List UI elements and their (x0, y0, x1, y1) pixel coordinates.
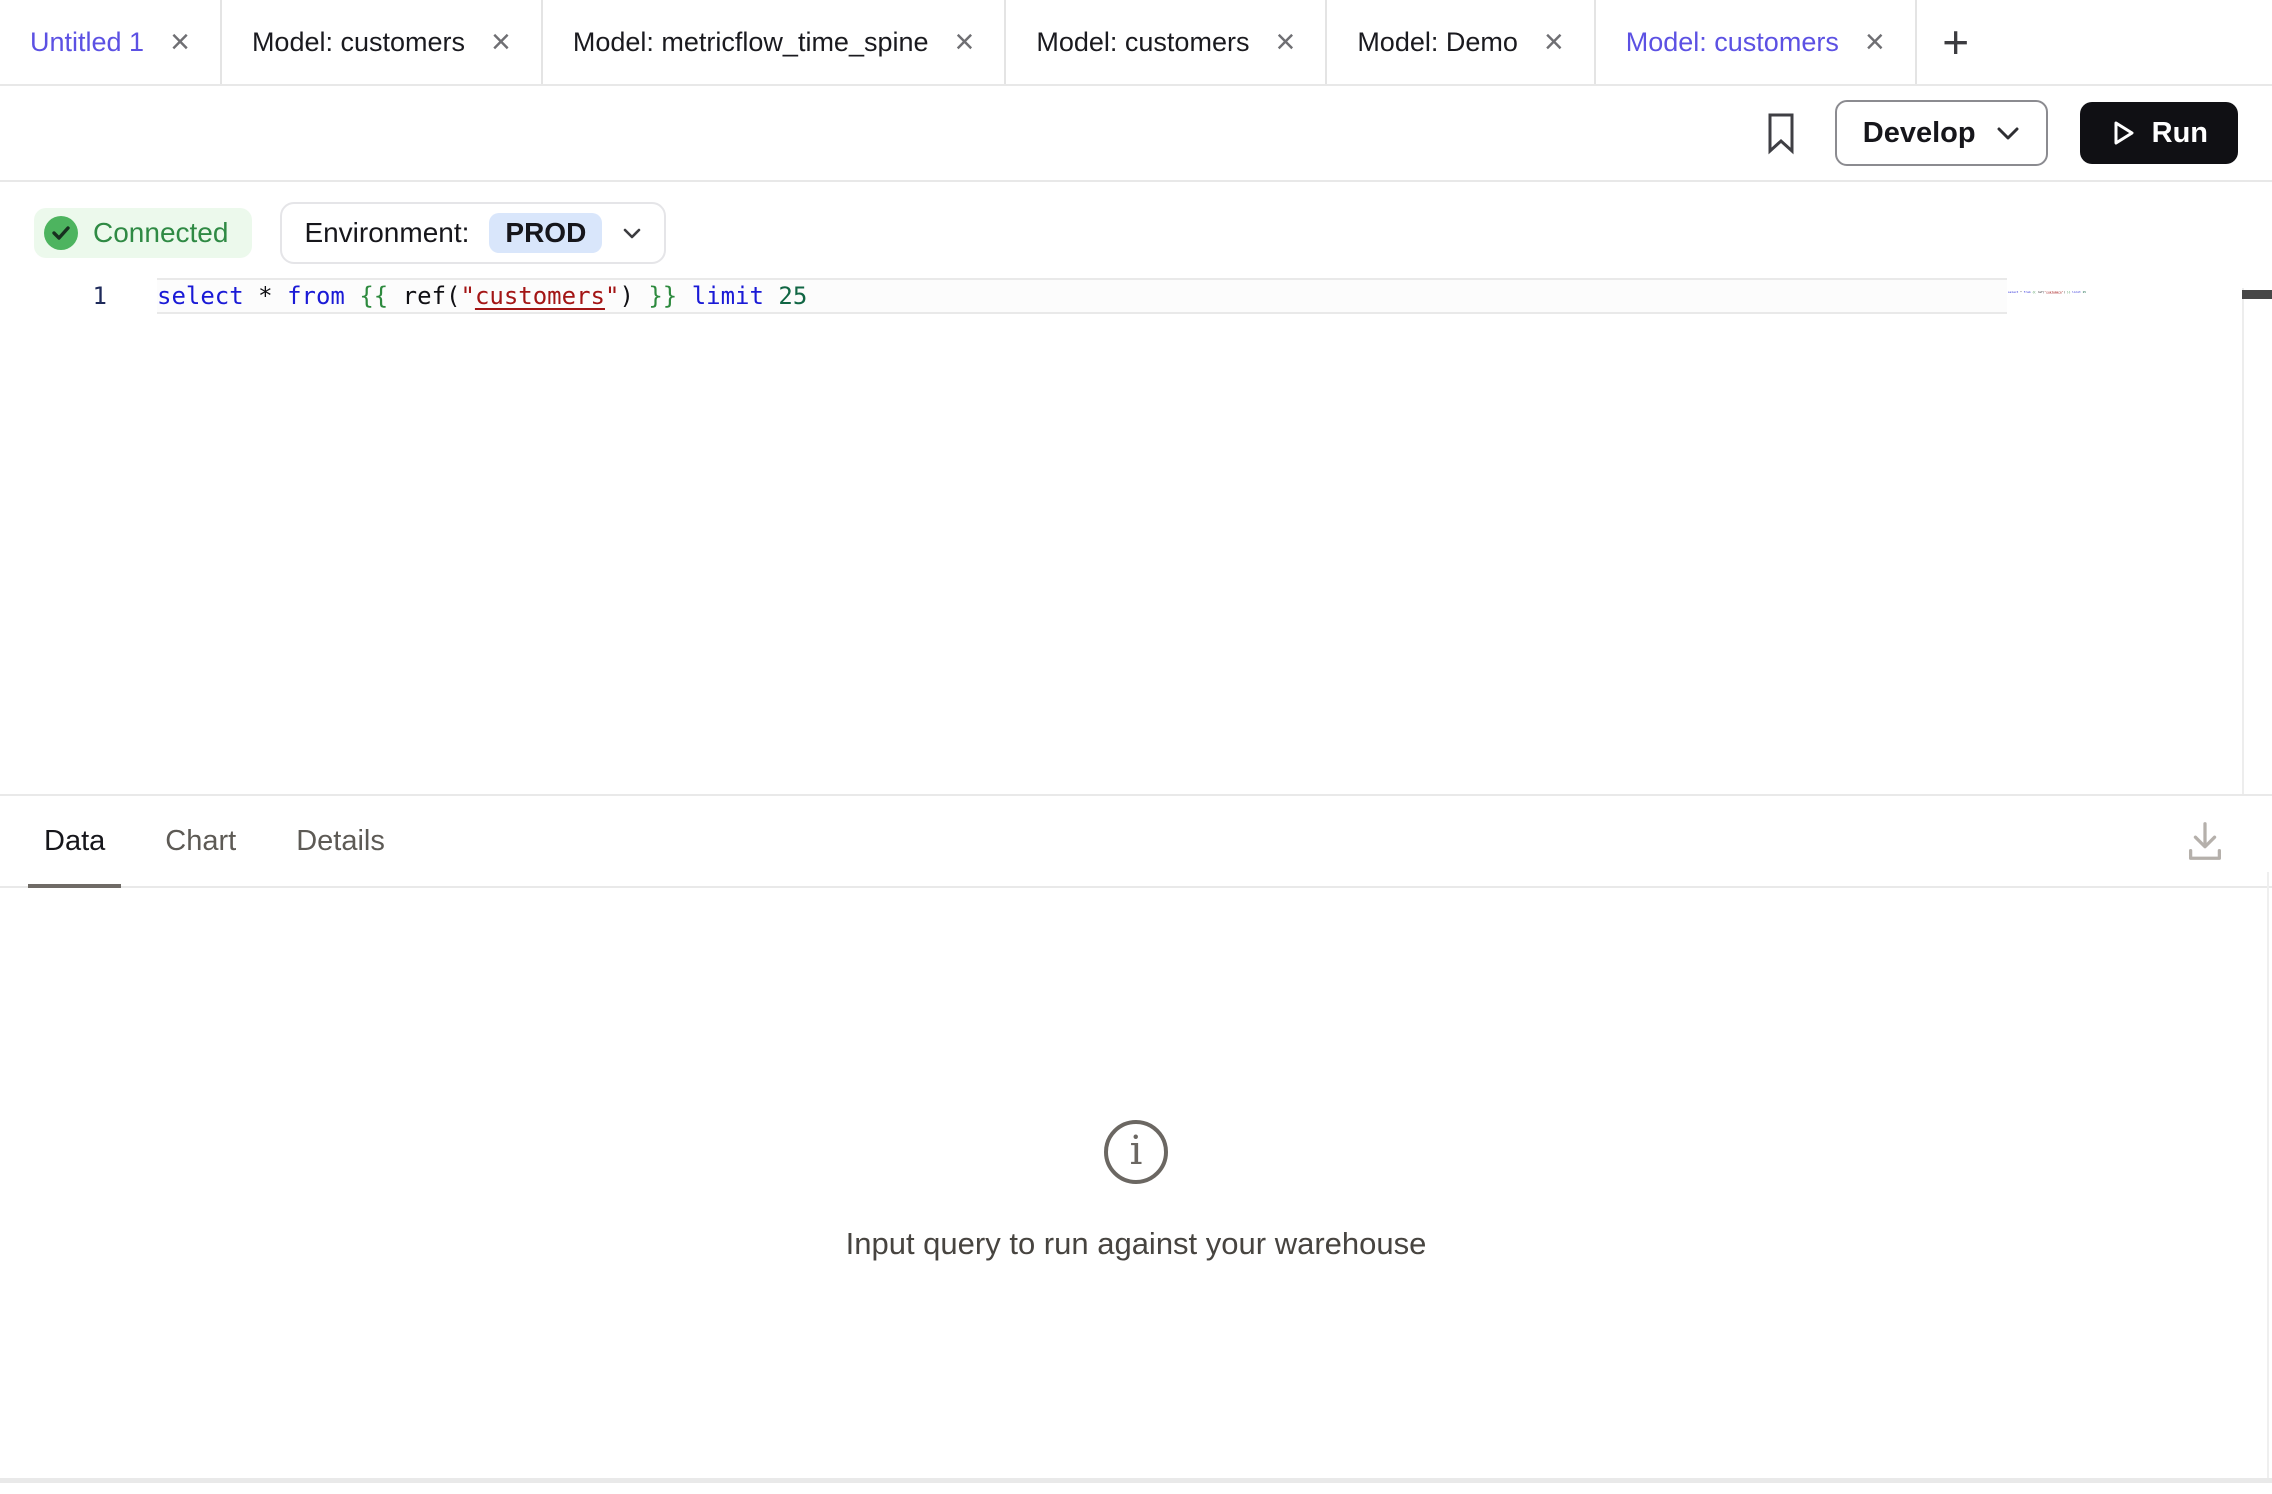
close-icon[interactable]: × (955, 25, 975, 59)
results-empty-state: i Input query to run against your wareho… (0, 888, 2272, 1494)
check-circle-icon (44, 216, 78, 250)
code-token: ( (446, 282, 460, 310)
environment-dropdown[interactable]: Environment: PROD (280, 202, 666, 264)
minimap-token: customers (2046, 290, 2062, 293)
download-icon (2182, 818, 2228, 864)
run-button-label: Run (2152, 117, 2208, 150)
chevron-down-icon (622, 227, 642, 240)
results-panel: Data Chart Details i Input query to run ag… (0, 794, 2272, 1494)
empty-state-message: Input query to run against your warehous… (846, 1226, 1427, 1262)
plus-icon: + (1942, 15, 1969, 69)
minimap-token: from (2024, 290, 2031, 293)
bottom-divider-bar (0, 1478, 2272, 1483)
code-line[interactable]: select * from {{ ref("customers") }} lim… (157, 278, 2007, 314)
close-icon[interactable]: × (1865, 25, 1885, 59)
code-token: }} (648, 282, 677, 310)
editor-tab-bar: Untitled 1×Model: customers×Model: metri… (0, 0, 2272, 86)
tab-label: Model: metricflow_time_spine (573, 27, 929, 58)
ref-link[interactable]: customers (475, 282, 605, 310)
info-circle-icon: i (1104, 1120, 1168, 1184)
tab-label: Untitled 1 (30, 27, 144, 58)
line-number-gutter: 1 (0, 278, 157, 314)
editor-tab-0[interactable]: Untitled 1 × (0, 0, 222, 84)
line-number: 1 (93, 282, 107, 310)
minimap-token: limit (2072, 290, 2081, 293)
code-token: select (157, 282, 244, 310)
results-tab-label: Details (296, 825, 385, 858)
tab-label: Model: customers (1036, 27, 1249, 58)
code-token (345, 282, 359, 310)
status-bar: Connected Environment: PROD (0, 182, 2272, 262)
scrollbar-thumb[interactable] (2242, 290, 2272, 299)
minimap-token: select (2008, 290, 2018, 293)
code-token: from (287, 282, 345, 310)
close-icon[interactable]: × (491, 25, 511, 59)
scrollbar-track (2242, 288, 2244, 794)
code-token: 25 (778, 282, 807, 310)
tab-label: Model: Demo (1357, 27, 1518, 58)
results-tab-label: Chart (165, 825, 236, 858)
code-token: * (258, 282, 272, 310)
info-icon-glyph: i (1130, 1131, 1143, 1171)
editor-tab-3[interactable]: Model: customers × (1006, 0, 1327, 84)
run-button[interactable]: Run (2080, 102, 2238, 164)
develop-dropdown-button[interactable]: Develop (1835, 100, 2048, 166)
environment-value-chip: PROD (489, 213, 602, 253)
code-token (677, 282, 691, 310)
code-token: {{ (359, 282, 388, 310)
results-tab-details[interactable]: Details (280, 796, 401, 886)
editor-tab-4[interactable]: Model: Demo × (1327, 0, 1595, 84)
download-button[interactable] (2182, 818, 2228, 864)
editor-tab-5[interactable]: Model: customers × (1596, 0, 1917, 84)
results-tab-label: Data (44, 825, 105, 858)
editor-tab-1[interactable]: Model: customers × (222, 0, 543, 84)
environment-label: Environment: (304, 217, 469, 249)
close-icon[interactable]: × (1275, 25, 1295, 59)
code-token (244, 282, 258, 310)
minimap-token: 25 (2083, 290, 2086, 293)
right-pane-divider (2267, 872, 2269, 1478)
results-tab-data[interactable]: Data (28, 796, 121, 886)
toolbar: Develop Run (0, 86, 2272, 182)
develop-button-label: Develop (1863, 117, 1976, 150)
new-tab-button[interactable]: + (1917, 0, 1995, 84)
code-row: 1 select * from {{ ref("customers") }} l… (0, 278, 2272, 314)
code-token (388, 282, 402, 310)
code-token: " (460, 282, 474, 310)
code-token: limit (692, 282, 764, 310)
play-icon (2110, 119, 2136, 147)
code-token (273, 282, 287, 310)
connection-status-label: Connected (93, 217, 228, 249)
code-token (634, 282, 648, 310)
code-token: ) (619, 282, 633, 310)
sql-editor[interactable]: 1 select * from {{ ref("customers") }} l… (0, 278, 2272, 794)
code-token: " (605, 282, 619, 310)
code-token: ref (403, 282, 446, 310)
close-icon[interactable]: × (1544, 25, 1564, 59)
results-tab-chart[interactable]: Chart (149, 796, 252, 886)
connection-status-badge: Connected (34, 208, 252, 258)
bookmark-button[interactable] (1759, 106, 1803, 160)
tab-label: Model: customers (1626, 27, 1839, 58)
chevron-down-icon (1996, 126, 2020, 141)
results-tab-bar: Data Chart Details (0, 796, 2272, 888)
editor-tab-2[interactable]: Model: metricflow_time_spine × (543, 0, 1007, 84)
editor-minimap[interactable]: select * from {{ ref("customers") }} lim… (2008, 290, 2086, 294)
bookmark-icon (1764, 111, 1798, 155)
code-token (764, 282, 778, 310)
tab-label: Model: customers (252, 27, 465, 58)
close-icon[interactable]: × (170, 25, 190, 59)
